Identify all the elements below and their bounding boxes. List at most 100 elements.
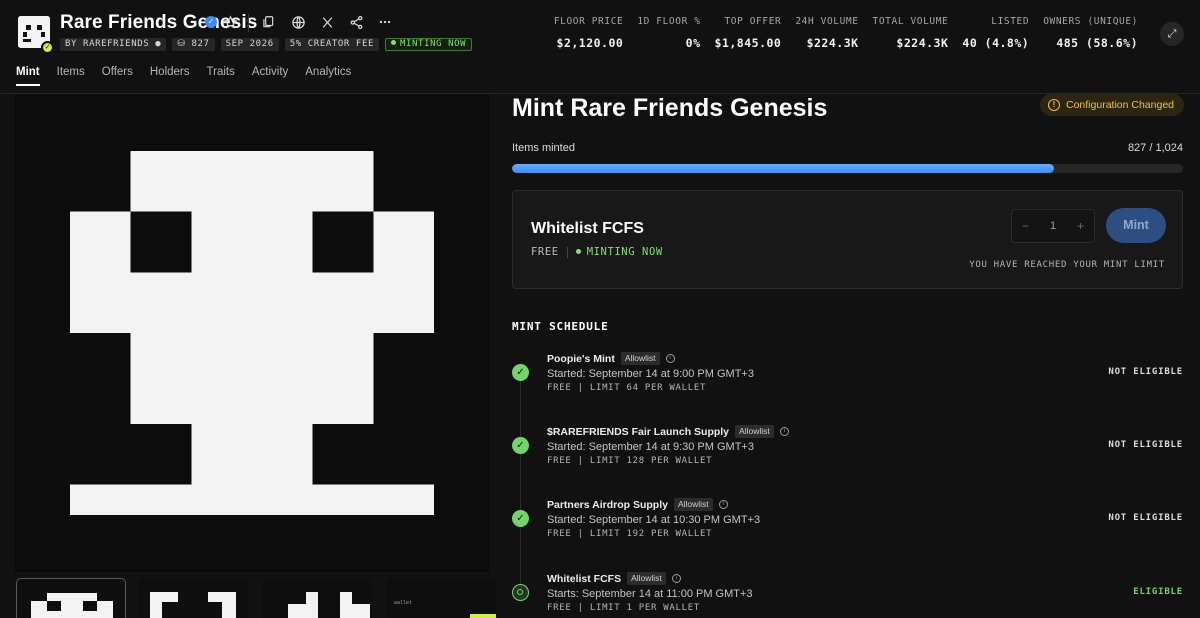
- eligibility-status: ELIGIBLE: [1133, 587, 1183, 597]
- info-icon[interactable]: i: [671, 574, 681, 583]
- stat-label: 24H VOLUME: [795, 16, 859, 27]
- quantity-stepper: − 1 +: [1011, 209, 1095, 243]
- collection-chips: BY RAREFRIENDS ● ⛁ 827 SEP 2026 5% CREAT…: [60, 38, 473, 51]
- mint-button[interactable]: Mint: [1106, 208, 1166, 243]
- star-icon[interactable]: [221, 13, 239, 31]
- eligibility-status: NOT ELIGIBLE: [1108, 513, 1183, 523]
- schedule-row: Whitelist FCFS Allowlist i Starts: Septe…: [512, 572, 1183, 618]
- minting-status-label: MINTING NOW: [400, 39, 467, 49]
- creator-chip[interactable]: BY RAREFRIENDS ●: [60, 38, 167, 51]
- mint-title: Mint Rare Friends Genesis: [512, 94, 828, 122]
- items-count: 827: [191, 39, 210, 49]
- collection-stats: FLOOR PRICE $2,120.00 1D FLOOR % 0% TOP …: [540, 16, 1138, 50]
- x-icon[interactable]: [318, 13, 336, 31]
- stat-label: LISTED: [991, 16, 1030, 27]
- share-icon[interactable]: [347, 13, 365, 31]
- info-icon[interactable]: i: [779, 427, 789, 436]
- copy-icon[interactable]: [259, 13, 277, 31]
- stat-top-offer: TOP OFFER $1,845.00: [715, 16, 782, 50]
- minting-status-chip: MINTING NOW: [385, 38, 473, 51]
- schedule-limit: FREE | LIMIT 64 PER WALLET: [547, 383, 707, 393]
- active-phase-card: Whitelist FCFS FREE MINTING NOW − 1 + Mi…: [512, 190, 1183, 289]
- logo-verified-check-icon: ✓: [41, 41, 54, 54]
- stat-label: TOTAL VOLUME: [872, 16, 949, 27]
- items-stack-icon: ⛁: [177, 39, 186, 49]
- meta-divider: [566, 246, 568, 258]
- stat-value: 0%: [685, 36, 701, 50]
- schedule-limit: FREE | LIMIT 1 PER WALLET: [547, 603, 700, 613]
- config-badge-label: Configuration Changed: [1066, 99, 1174, 111]
- tab-mint[interactable]: Mint: [16, 66, 40, 86]
- phase-meta: FREE MINTING NOW: [531, 246, 663, 258]
- stat-1d-floor: 1D FLOOR % 0%: [637, 16, 700, 50]
- allowlist-badge: Allowlist: [673, 498, 713, 511]
- decrement-button[interactable]: −: [1022, 219, 1029, 233]
- stat-label: OWNERS (UNIQUE): [1043, 16, 1138, 27]
- tab-items[interactable]: Items: [57, 66, 85, 86]
- allowlist-badge: Allowlist: [627, 572, 666, 585]
- thumbnail-1[interactable]: [16, 578, 126, 618]
- warning-icon: !: [1048, 99, 1060, 111]
- tab-analytics[interactable]: Analytics: [305, 66, 351, 86]
- info-icon[interactable]: i: [665, 354, 675, 363]
- tab-offers[interactable]: Offers: [102, 66, 133, 86]
- check-icon: ✓: [512, 364, 529, 381]
- stat-value: $224.3K: [896, 36, 949, 50]
- stat-24h-volume: 24H VOLUME $224.3K: [795, 16, 858, 50]
- mint-limit-note: YOU HAVE REACHED YOUR MINT LIMIT: [969, 260, 1165, 270]
- stat-value: $224.3K: [806, 36, 859, 50]
- stat-value: 40 (4.8%): [962, 36, 1030, 50]
- stat-value: 485 (58.6%): [1056, 36, 1138, 50]
- stat-floor-price: FLOOR PRICE $2,120.00: [554, 16, 624, 50]
- collection-header: ✓ Rare Friends Genesis ✓ BY RAREFRIENDS …: [0, 0, 1200, 94]
- phase-price: FREE: [531, 246, 559, 258]
- eligibility-status: NOT ELIGIBLE: [1108, 440, 1183, 450]
- stat-listed: LISTED 40 (4.8%): [962, 16, 1029, 50]
- allowlist-badge: Allowlist: [735, 425, 774, 438]
- schedule-phase-name: Poopie's Mint Allowlist i: [547, 352, 675, 365]
- schedule-limit: FREE | LIMIT 192 PER WALLET: [547, 529, 713, 539]
- phase-status: MINTING NOW: [575, 246, 663, 258]
- schedule-time: Started: September 14 at 9:00 PM GMT+3: [547, 368, 754, 380]
- status-dot: [575, 249, 581, 254]
- expand-icon[interactable]: ⤢: [1160, 22, 1184, 46]
- thumbnail-highlight: [470, 614, 496, 618]
- thumbnail-3[interactable]: [262, 578, 372, 618]
- preview-thumbnails: wallet: [16, 578, 496, 618]
- status-dot: [391, 40, 396, 45]
- stat-label: FLOOR PRICE: [553, 16, 624, 27]
- tab-traits[interactable]: Traits: [207, 66, 235, 86]
- schedule-row: ✓ Partners Airdrop Supply Allowlist i St…: [512, 498, 1183, 558]
- schedule-phase-name: Whitelist FCFS Allowlist i: [547, 572, 681, 585]
- collection-logo[interactable]: ✓: [18, 16, 54, 54]
- stat-total-volume: TOTAL VOLUME $224.3K: [873, 16, 949, 50]
- info-icon[interactable]: i: [718, 500, 728, 509]
- stat-value: $2,120.00: [556, 36, 624, 50]
- check-icon: ✓: [512, 510, 529, 527]
- date-chip: SEP 2026: [220, 38, 279, 51]
- collection-tabs: Mint Items Offers Holders Traits Activit…: [16, 66, 351, 86]
- tab-activity[interactable]: Activity: [252, 66, 288, 86]
- schedule-phase-name: $RAREFRIENDS Fair Launch Supply Allowlis…: [547, 425, 789, 438]
- phase-status-label: MINTING NOW: [586, 246, 663, 258]
- phase-title: Whitelist FCFS: [547, 572, 622, 585]
- globe-icon[interactable]: [289, 13, 307, 31]
- eligibility-status: NOT ELIGIBLE: [1108, 367, 1183, 377]
- increment-button[interactable]: +: [1077, 219, 1084, 233]
- header-divider: [248, 14, 249, 32]
- nft-preview-panel: [14, 94, 490, 572]
- phase-title: Poopie's Mint: [547, 352, 615, 365]
- mint-progress-bar: [512, 164, 1183, 173]
- quantity-value[interactable]: 1: [1050, 220, 1056, 232]
- stat-label: 1D FLOOR %: [637, 16, 701, 27]
- stat-label: TOP OFFER: [724, 16, 782, 27]
- configuration-changed-badge[interactable]: ! Configuration Changed: [1040, 94, 1184, 116]
- thumbnail-art: [288, 592, 370, 618]
- thumbnail-4[interactable]: wallet: [386, 578, 496, 618]
- thumbnail-2[interactable]: [138, 578, 248, 618]
- more-icon[interactable]: [376, 13, 394, 31]
- items-count-chip: ⛁ 827: [172, 38, 215, 51]
- schedule-time: Starts: September 14 at 11:00 PM GMT+3: [547, 588, 753, 600]
- thumbnail-art: [150, 592, 236, 618]
- tab-holders[interactable]: Holders: [150, 66, 190, 86]
